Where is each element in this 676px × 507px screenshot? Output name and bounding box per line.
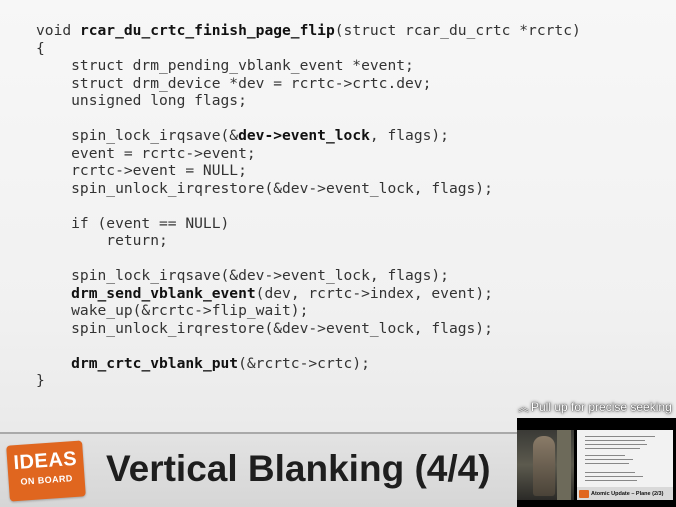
- code-line: unsigned long flags;: [36, 92, 662, 110]
- code-line: {: [36, 40, 662, 58]
- slide-thumbnail: Atomic Update – Plane (2/3): [577, 430, 673, 500]
- code-bold-token: drm_crtc_vblank_put: [71, 354, 239, 372]
- thumb-logo: [579, 490, 589, 498]
- code-line: struct drm_device *dev = rcrtc->crtc.dev…: [36, 75, 662, 93]
- code-line: rcrtc->event = NULL;: [36, 162, 662, 180]
- seek-hint-label: Pull up for precise seeking: [531, 400, 672, 414]
- preview-title: Atomic Update – Plane (2/3): [591, 491, 664, 497]
- code-bold-token: rcar_du_crtc_finish_page_flip: [79, 22, 335, 39]
- thumb-code-line: [585, 480, 637, 481]
- thumb-code-line: [585, 448, 640, 449]
- code-token: return;: [36, 232, 168, 249]
- code-line: spin_lock_irqsave(&dev->event_lock, flag…: [36, 127, 662, 145]
- code-line: if (event == NULL): [36, 215, 662, 233]
- thumb-code-line: [585, 440, 645, 441]
- code-line: struct drm_pending_vblank_event *event;: [36, 57, 662, 75]
- code-token: spin_lock_irqsave(&: [36, 127, 239, 144]
- code-token: spin_lock_irqsave(&dev->event_lock, flag…: [36, 267, 449, 284]
- background-door: [557, 430, 571, 500]
- code-token: {: [36, 39, 45, 57]
- code-line: void rcar_du_crtc_finish_page_flip(struc…: [36, 22, 662, 40]
- slide-title: Vertical Blanking (4/4): [106, 448, 491, 489]
- thumb-code-line: [585, 476, 643, 477]
- code-line: drm_crtc_vblank_put(&rcrtc->crtc);: [36, 355, 662, 373]
- code-token: wake_up(&rcrtc->flip_wait);: [36, 302, 309, 319]
- thumb-code-line: [585, 472, 635, 473]
- logo-line-1: IDEAS: [12, 447, 78, 475]
- thumb-code-line: [585, 436, 655, 437]
- thumb-footer: Atomic Update – Plane (2/3): [577, 487, 673, 500]
- code-line: drm_send_vblank_event(dev, rcrtc->index,…: [36, 285, 662, 303]
- code-token: struct drm_pending_vblank_event *event;: [36, 57, 414, 74]
- code-bold-token: dev->event_lock: [238, 127, 370, 144]
- speaker-camera-thumbnail: [517, 430, 574, 500]
- code-token: (&rcrtc->crtc);: [238, 354, 370, 372]
- code-line: spin_lock_irqsave(&dev->event_lock, flag…: [36, 267, 662, 285]
- code-token: (dev, rcrtc->index, event);: [255, 284, 493, 302]
- thumb-code-line: [585, 463, 629, 464]
- code-token: rcrtc->event = NULL;: [36, 162, 247, 179]
- code-block: void rcar_du_crtc_finish_page_flip(struc…: [36, 22, 662, 390]
- code-line: spin_unlock_irqrestore(&dev->event_lock,…: [36, 180, 662, 198]
- code-token: }: [36, 372, 45, 389]
- code-token: , flags);: [369, 127, 449, 144]
- seek-preview-thumbnail[interactable]: Atomic Update – Plane (2/3): [517, 418, 676, 507]
- code-token: (struct rcar_du_crtc *rcrtc): [334, 22, 581, 39]
- code-line: }: [36, 372, 662, 390]
- speaker-figure: [533, 436, 555, 496]
- code-token: struct drm_device *dev = rcrtc->crtc.dev…: [36, 74, 432, 92]
- code-token: event = rcrtc->event;: [36, 144, 256, 162]
- code-token: if (event == NULL): [36, 214, 230, 232]
- code-line: event = rcrtc->event;: [36, 145, 662, 163]
- code-token: unsigned long flags;: [36, 92, 247, 109]
- chevron-up-icon: ︽: [518, 402, 529, 414]
- code-line: return;: [36, 232, 662, 250]
- code-bold-token: drm_send_vblank_event: [71, 284, 256, 302]
- code-token: spin_unlock_irqrestore(&dev->event_lock,…: [36, 319, 493, 337]
- thumb-code-line: [585, 444, 647, 445]
- thumb-code-line: [585, 455, 625, 456]
- code-token: void: [36, 22, 80, 39]
- code-token: spin_unlock_irqrestore(&dev->event_lock,…: [36, 179, 493, 197]
- code-line: wake_up(&rcrtc->flip_wait);: [36, 302, 662, 320]
- thumb-code-line: [585, 459, 633, 460]
- seek-hint[interactable]: ︽ Pull up for precise seeking: [518, 397, 672, 417]
- ideas-on-board-logo: IDEAS ON BOARD: [6, 440, 86, 502]
- code-line: spin_unlock_irqrestore(&dev->event_lock,…: [36, 320, 662, 338]
